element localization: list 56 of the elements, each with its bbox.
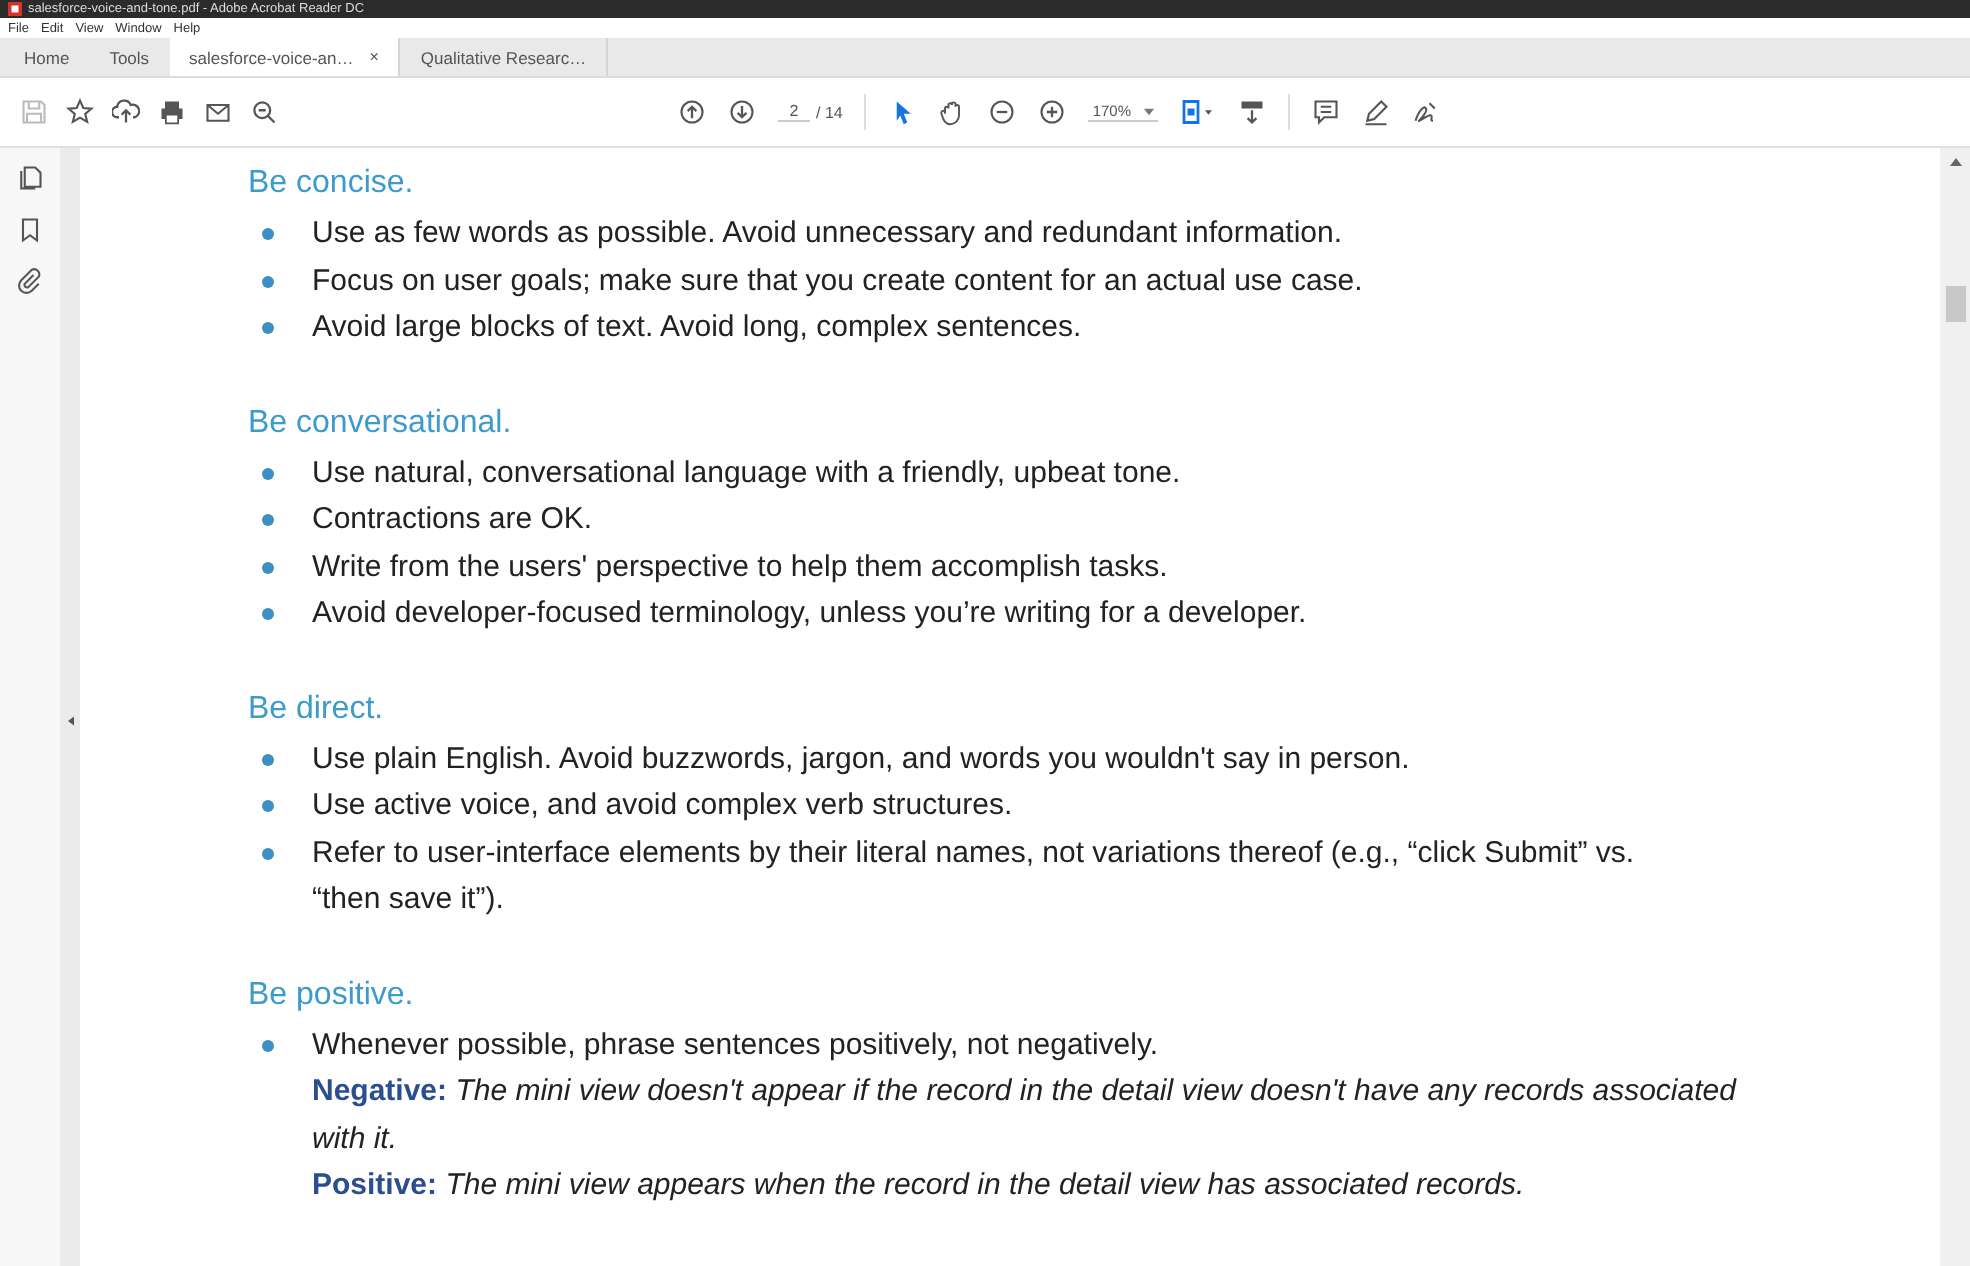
pages-icon[interactable] [16,164,44,192]
bullet-text: Use active voice, and avoid complex verb structures. [312,786,1013,826]
bookmark-icon[interactable] [16,216,44,244]
tab[interactable]: salesforce-voice-an… × [169,38,401,76]
close-tab-button[interactable]: × [369,48,379,66]
fit-page-icon[interactable] [1179,98,1216,126]
scroll-mode-icon[interactable] [1237,98,1266,126]
bullet-text: Avoid large blocks of text. Avoid long, complex sentences. [312,308,1082,348]
search-icon[interactable] [250,98,278,126]
bullet-icon [262,847,274,859]
bullet-icon [262,275,274,287]
tab[interactable]: Home [4,38,90,76]
bullet-text: Contractions are OK. [312,500,593,540]
bullet-icon [262,514,274,526]
section-heading: Be concise. [248,164,416,204]
scrollbar-thumb[interactable] [1945,286,1965,322]
bullet-icon [262,753,274,765]
bullet-text: Use plain English. Avoid buzzwords, jargon, and words you wouldn't say in person. [312,739,1410,779]
bullet-text: Use natural, conversational language with a friendly, upbeat tone. [312,453,1181,493]
bullet-text: Write from the users' perspective to help them accomplish tasks. [312,547,1168,587]
paperclip-icon[interactable] [16,268,44,296]
caret-icon [1143,107,1154,115]
page-number-field[interactable]: 2 [778,102,810,122]
collapse-arrow-icon[interactable] [67,716,73,726]
zoom-in-icon[interactable] [1038,98,1067,126]
bullet-text: Focus on user goals; make sure that you create content for an actual use case. [312,261,1363,301]
bullet-text: Refer to user-interface elements by their literal names, not variations thereof (e.g., “click Submit” vs. “then save it”). [312,833,1637,920]
bullet-icon [262,800,274,812]
bullet-text: Whenever possible, phrase sentences positively, not negatively. [312,1025,1159,1065]
tab[interactable]: Tools [89,38,170,76]
bullet-icon [262,608,274,620]
print-icon[interactable] [158,98,186,126]
section-heading: Be positive. [248,975,416,1015]
cloud-upload-icon[interactable] [112,98,140,126]
bullet-icon [262,1039,274,1051]
section-heading: Be direct. [248,689,386,729]
page-total: / 14 [816,103,843,121]
bullet-text: Use as few words as possible. Avoid unnecessary and redundant information. [312,214,1343,254]
bullet-icon [262,228,274,240]
example-text: Negative: The mini view doesn't appear if the record in the detail view doesn't have any records associated with it. [312,1072,1739,1159]
bullet-icon [262,561,274,573]
scroll-up-icon[interactable] [1949,158,1961,166]
tab[interactable]: Qualitative Researc… [400,38,609,76]
sign-icon[interactable] [1411,98,1440,126]
star-icon[interactable] [66,98,94,126]
mail-icon[interactable] [204,98,232,126]
zoom-out-icon[interactable] [988,98,1017,126]
example-text: Positive: The mini view appears when the record in the detail view has associated records. [312,1166,1527,1206]
bullet-icon [262,467,274,479]
bullet-text: Avoid developer-focused terminology, unless you’re writing for a developer. [312,594,1307,634]
arrow-down-icon[interactable] [728,98,756,126]
bullet-icon [262,322,274,334]
arrow-up-icon[interactable] [678,98,706,126]
comment-icon[interactable] [1311,98,1340,126]
pen-icon[interactable] [1361,98,1390,126]
section-heading: Be conversational. [248,403,514,443]
